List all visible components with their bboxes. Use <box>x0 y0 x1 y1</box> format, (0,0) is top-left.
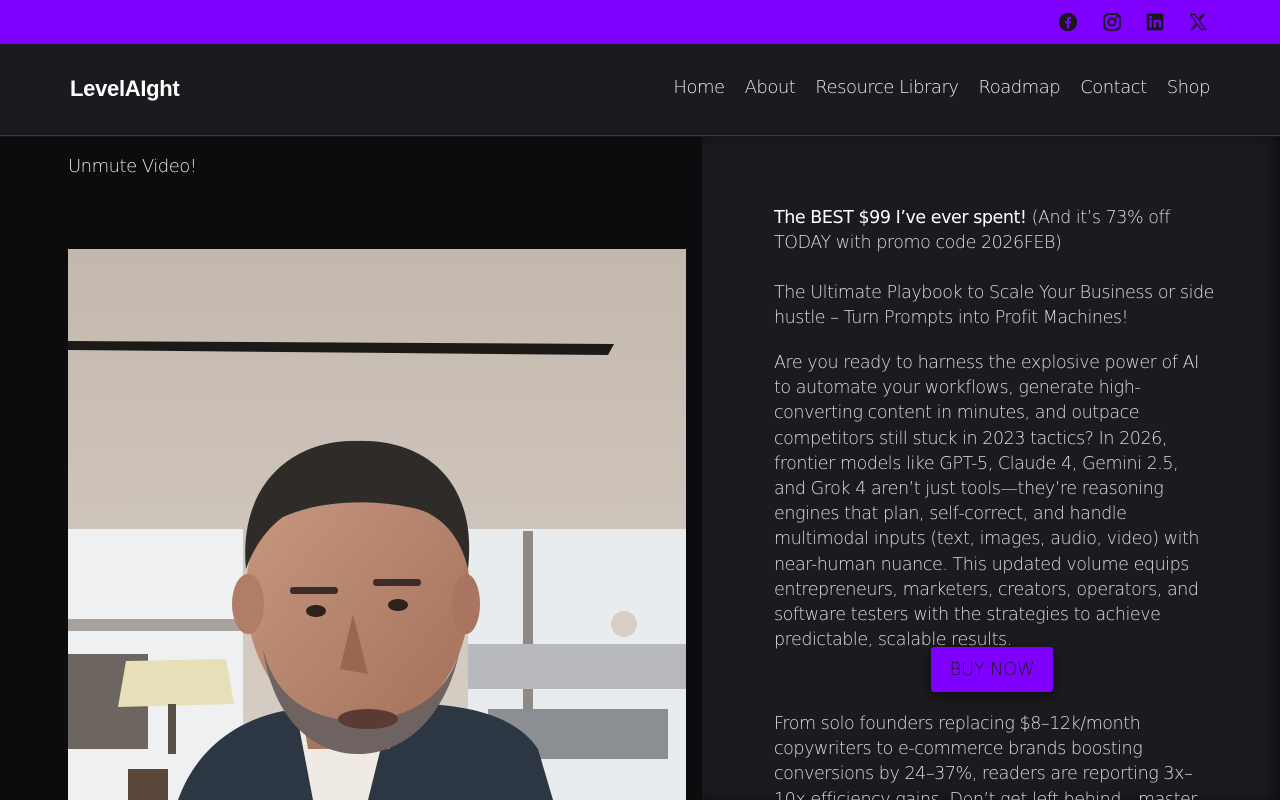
site-header: LevelAIght Home About Resource Library R… <box>0 44 1280 136</box>
results-paragraph: From solo founders replacing $8–12k/mont… <box>774 714 1198 800</box>
unmute-video-label[interactable]: Unmute Video! <box>68 156 197 177</box>
nav-about[interactable]: About <box>745 77 796 98</box>
video-player[interactable] <box>68 249 686 800</box>
nav-shop[interactable]: Shop <box>1167 77 1211 98</box>
nav-home[interactable]: Home <box>673 77 725 98</box>
facebook-icon[interactable] <box>1057 11 1079 33</box>
nav-contact[interactable]: Contact <box>1080 77 1147 98</box>
social-bar <box>0 0 1280 44</box>
x-icon[interactable] <box>1187 11 1209 33</box>
playbook-tagline: The Ultimate Playbook to Scale Your Busi… <box>774 283 1214 329</box>
nav-roadmap[interactable]: Roadmap <box>979 77 1061 98</box>
video-frame <box>68 249 686 800</box>
main-nav: Home About Resource Library Roadmap Cont… <box>673 77 1210 98</box>
site-logo[interactable]: LevelAIght <box>70 76 180 102</box>
price-headline-strong: The BEST $99 I’ve ever spent! <box>774 208 1027 228</box>
linkedin-icon[interactable] <box>1144 11 1166 33</box>
buy-now-button[interactable]: BUY NOW <box>931 647 1053 692</box>
instagram-icon[interactable] <box>1101 11 1123 33</box>
price-headline: The BEST $99 I’ve ever spent! (And it’s … <box>774 206 1214 256</box>
nav-resource-library[interactable]: Resource Library <box>815 77 959 98</box>
intro-paragraph: Are you ready to harness the explosive p… <box>774 353 1200 651</box>
